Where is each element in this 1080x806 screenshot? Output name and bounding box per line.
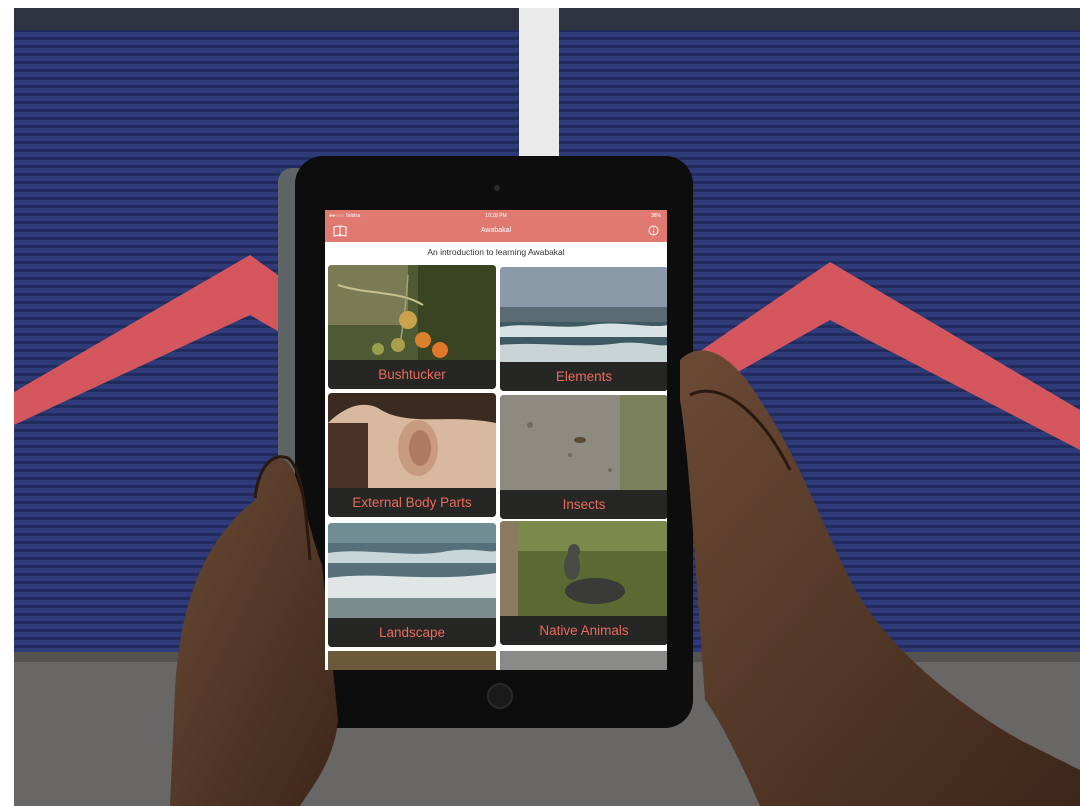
tile-label: Landscape <box>328 618 496 647</box>
insects-image <box>500 395 667 490</box>
battery-label: 38% <box>650 213 661 219</box>
bushtucker-image <box>328 265 496 360</box>
partial-tile[interactable] <box>500 651 667 670</box>
info-icon[interactable] <box>648 225 659 240</box>
tile-label: Native Animals <box>500 616 667 645</box>
ear-image <box>328 393 496 488</box>
category-tile-bushtucker[interactable]: Bushtucker <box>328 265 496 389</box>
tile-label: External Body Parts <box>328 488 496 517</box>
kangaroo-image <box>500 521 667 616</box>
nav-bar: Awabakal <box>325 222 667 242</box>
category-tile-landscape[interactable]: Landscape <box>328 523 496 647</box>
tile-label: Insects <box>500 490 667 519</box>
tablet-screen: ●●○○○ Telstra 10:28 PM 38% Awabakal An i… <box>325 210 667 670</box>
category-tile-elements[interactable]: Elements <box>500 267 667 391</box>
page-subtitle: An introduction to learning Awabakal <box>427 247 565 257</box>
partial-tile[interactable] <box>328 651 496 670</box>
tile-label: Elements <box>500 362 667 391</box>
nav-title: Awabakal <box>480 227 512 234</box>
clock-label: 10:28 PM <box>485 213 507 219</box>
category-tile-insects[interactable]: Insects <box>500 395 667 519</box>
landscape-image <box>328 523 496 618</box>
info-icon-glyph <box>648 225 659 236</box>
category-tile-external-body-parts[interactable]: External Body Parts <box>328 393 496 517</box>
tile-label: Bushtucker <box>328 360 496 389</box>
category-tile-native-animals[interactable]: Native Animals <box>500 521 667 645</box>
photo-scene: ●●○○○ Telstra 10:28 PM 38% Awabakal An i… <box>0 0 1080 806</box>
status-bar: ●●○○○ Telstra 10:28 PM 38% <box>325 210 667 222</box>
elements-image <box>500 267 667 362</box>
